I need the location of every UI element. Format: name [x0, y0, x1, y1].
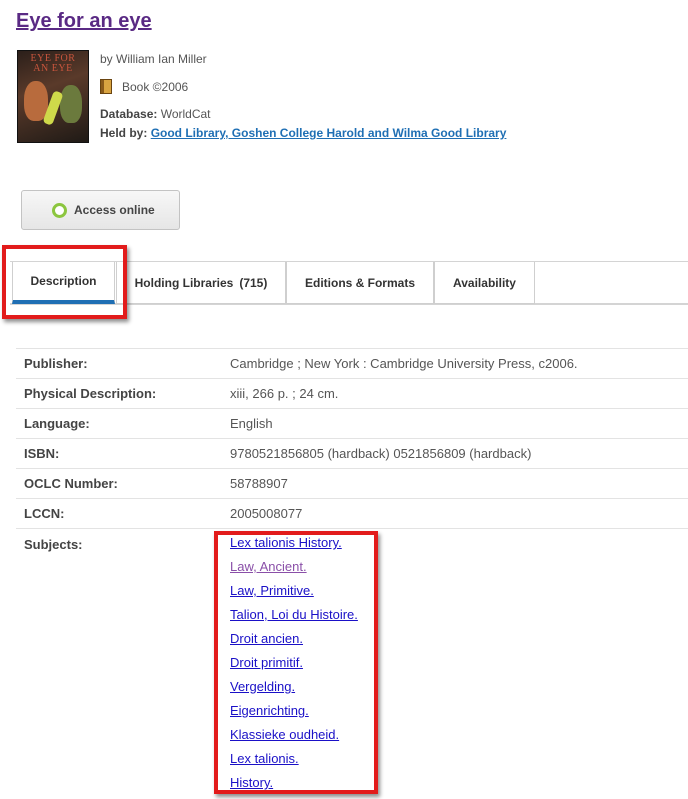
detail-label: OCLC Number: — [24, 476, 118, 491]
subject-link[interactable]: Klassieke oudheid. — [230, 727, 358, 751]
tab-availability-label: Availability — [453, 275, 516, 290]
tab-editions-formats[interactable]: Editions & Formats — [286, 262, 434, 304]
detail-row-language: Language: English — [16, 408, 688, 438]
subject-link[interactable]: Lex talionis. — [230, 751, 358, 775]
subject-link[interactable]: Law, Primitive. — [230, 583, 358, 607]
database-value: WorldCat — [160, 107, 211, 121]
detail-value: 2005008077 — [230, 506, 303, 521]
detail-value: English — [230, 416, 273, 431]
subject-link[interactable]: Law, Ancient. — [230, 559, 358, 583]
subject-link[interactable]: Vergelding. — [230, 679, 358, 703]
detail-label: LCCN: — [24, 506, 65, 521]
tab-holding-libraries-count: (715) — [239, 275, 268, 290]
detail-value: 58788907 — [230, 476, 288, 491]
detail-value: 9780521856805 (hardback) 0521856809 (har… — [230, 446, 532, 461]
detail-row-lccn: LCCN: 2005008077 — [16, 498, 688, 528]
subject-link[interactable]: Eigenrichting. — [230, 703, 358, 727]
detail-value: xiii, 266 p. ; 24 cm. — [230, 386, 339, 401]
subject-link[interactable]: Droit ancien. — [230, 631, 358, 655]
database-label: Database: — [100, 107, 158, 121]
subject-link[interactable]: History. — [230, 775, 358, 799]
access-online-button[interactable]: Access online — [21, 190, 180, 230]
held-by-library-link[interactable]: Good Library, Goshen College Harold and … — [151, 126, 507, 140]
cover-title-text: EYE FOR AN EYE — [30, 53, 76, 74]
format-text: Book ©2006 — [122, 79, 189, 94]
detail-label: Publisher: — [24, 356, 88, 371]
tab-editions-formats-label: Editions & Formats — [304, 275, 415, 290]
format-line: Book ©2006 — [100, 79, 188, 94]
book-cover-image[interactable]: EYE FOR AN EYE — [17, 50, 89, 143]
author-line: by William Ian Miller — [100, 52, 207, 66]
subjects-list: Lex talionis History. Law, Ancient. Law,… — [230, 535, 358, 799]
book-icon — [100, 79, 112, 94]
tab-availability[interactable]: Availability — [434, 262, 535, 304]
detail-row-oclc-number: OCLC Number: 58788907 — [16, 468, 688, 498]
cover-art-face-right — [60, 85, 82, 123]
database-line: Database: WorldCat — [100, 107, 211, 121]
held-by-label: Held by: — [100, 126, 148, 140]
detail-label: Physical Description: — [24, 386, 157, 401]
detail-row-isbn: ISBN: 9780521856805 (hardback) 052185680… — [16, 438, 688, 468]
detail-row-physical-description: Physical Description: xiii, 266 p. ; 24 … — [16, 378, 688, 408]
record-title-link[interactable]: Eye for an eye — [16, 10, 152, 33]
held-by-line: Held by: Good Library, Goshen College Ha… — [100, 126, 506, 140]
detail-label: ISBN: — [24, 446, 60, 461]
subjects-label: Subjects: — [24, 537, 83, 552]
tab-holding-libraries[interactable]: Holding Libraries (715) — [116, 262, 286, 304]
detail-value: Cambridge ; New York : Cambridge Univers… — [230, 356, 578, 371]
subject-link[interactable]: Lex talionis History. — [230, 535, 358, 559]
tab-description-label: Description — [30, 274, 97, 288]
detail-label: Language: — [24, 416, 90, 431]
details-table: Publisher: Cambridge ; New York : Cambri… — [16, 348, 688, 528]
detail-row-subjects: Subjects: Lex talionis History. Law, Anc… — [16, 528, 688, 790]
subject-link[interactable]: Talion, Loi du Histoire. — [230, 607, 358, 631]
tab-description[interactable]: Description — [12, 262, 115, 304]
tab-holding-libraries-label: Holding Libraries — [134, 275, 234, 290]
detail-row-publisher: Publisher: Cambridge ; New York : Cambri… — [16, 348, 688, 378]
access-online-label: Access online — [74, 203, 155, 217]
subject-link[interactable]: Droit primitif. — [230, 655, 358, 679]
access-online-icon — [52, 203, 67, 218]
